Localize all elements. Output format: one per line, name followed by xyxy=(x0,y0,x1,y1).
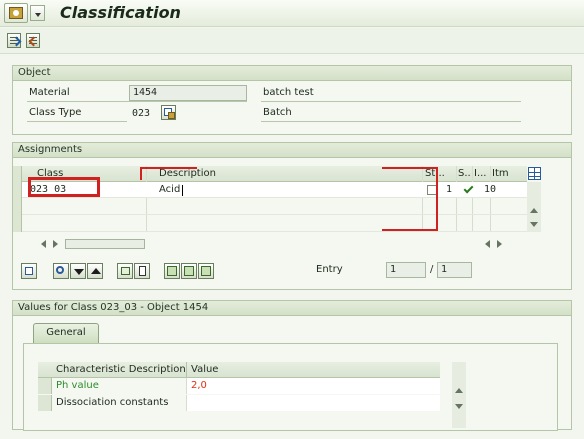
scroll-left-icon[interactable] xyxy=(485,240,490,248)
material-label: Material xyxy=(29,87,70,98)
search-button[interactable] xyxy=(53,263,69,279)
next-button[interactable] xyxy=(70,263,86,279)
table-row[interactable] xyxy=(22,216,527,232)
display-icon[interactable] xyxy=(26,33,40,48)
object-button[interactable] xyxy=(198,263,214,279)
values-group-title: Values for Class 023_03 - Object 1454 xyxy=(13,301,571,316)
scroll-down-icon[interactable] xyxy=(455,404,463,409)
horizontal-scrollbar-right[interactable] xyxy=(483,238,513,250)
scrollbar-thumb[interactable] xyxy=(65,239,145,249)
entry-label: Entry xyxy=(316,264,343,275)
application-toolbar xyxy=(0,28,584,54)
delete-icon xyxy=(139,266,146,276)
object-icon xyxy=(201,266,211,276)
col-s[interactable]: S.. xyxy=(458,166,471,182)
detail-button[interactable] xyxy=(164,263,180,279)
col-characteristic-description[interactable]: Characteristic Description xyxy=(52,362,186,378)
row-selector[interactable] xyxy=(38,395,52,411)
col-itm[interactable]: Itm xyxy=(492,166,509,182)
col-i[interactable]: I... xyxy=(474,166,487,182)
highlight-box xyxy=(28,177,100,197)
table-settings-icon[interactable] xyxy=(528,167,541,180)
characteristic-ph-value: Ph value xyxy=(52,378,186,394)
previous-button[interactable] xyxy=(87,263,103,279)
tab-general[interactable]: General xyxy=(33,323,99,343)
table-row[interactable] xyxy=(22,199,527,215)
search-icon xyxy=(56,266,64,274)
check-icon xyxy=(463,183,474,194)
entry-separator: / xyxy=(430,264,434,275)
object-group-title: Object xyxy=(13,66,571,81)
class-type-description: Batch xyxy=(263,107,292,118)
text-cursor xyxy=(182,185,183,196)
scroll-right-icon[interactable] xyxy=(497,240,502,248)
scroll-up-icon[interactable] xyxy=(455,388,463,393)
material-field[interactable]: 1454 xyxy=(129,85,247,101)
values-group: Values for Class 023_03 - Object 1454 Ge… xyxy=(12,300,572,431)
assignments-group-title: Assignments xyxy=(13,143,571,158)
characteristic-dissociation: Dissociation constants xyxy=(56,397,169,408)
selection-button[interactable] xyxy=(21,263,37,279)
insert-icon xyxy=(121,267,130,275)
row-selector-header[interactable] xyxy=(38,362,52,378)
tab-panel: Characteristic Description Value Ph valu… xyxy=(23,343,558,431)
selection-icon xyxy=(25,267,33,275)
scroll-right-icon[interactable] xyxy=(53,240,58,248)
object-group: Object Material 1454 batch test Class Ty… xyxy=(12,65,572,135)
class-type-label: Class Type xyxy=(29,107,82,118)
list-icon xyxy=(184,266,194,276)
horizontal-scrollbar-left[interactable] xyxy=(39,238,145,250)
page-title: Classification xyxy=(60,3,181,22)
material-description: batch test xyxy=(263,87,314,98)
arrow-down-icon xyxy=(74,269,84,275)
highlight-mark xyxy=(382,229,438,231)
ph-value-field[interactable]: 2,0 xyxy=(186,378,440,394)
values-vertical-scrollbar[interactable] xyxy=(452,362,466,428)
arrow-up-icon xyxy=(91,268,101,274)
class-type-value-help-icon[interactable] xyxy=(161,105,176,120)
class-type-field[interactable]: 023 xyxy=(132,108,150,119)
scroll-up-icon[interactable] xyxy=(530,208,538,213)
entry-total: 1 xyxy=(437,262,472,278)
delete-button[interactable] xyxy=(134,263,150,279)
list-button[interactable] xyxy=(181,263,197,279)
sap-menu-icon xyxy=(9,7,23,19)
highlight-mark xyxy=(140,167,197,169)
row-description[interactable]: Acid xyxy=(159,182,180,198)
dissociation-value-field[interactable] xyxy=(186,395,440,411)
save-icon[interactable] xyxy=(7,33,21,48)
row-s: 1 xyxy=(446,184,453,195)
row-selector[interactable] xyxy=(38,378,52,394)
vertical-scrollbar[interactable] xyxy=(527,182,541,232)
col-value[interactable]: Value xyxy=(186,362,440,378)
highlight-mark xyxy=(436,167,438,231)
title-bar: Classification xyxy=(0,0,584,27)
row-selector-column[interactable] xyxy=(13,166,22,232)
assignments-group: Assignments Class Description St... S.. … xyxy=(12,142,572,290)
insert-button[interactable] xyxy=(117,263,133,279)
menu-dropdown-icon[interactable] xyxy=(30,5,45,21)
scroll-left-icon[interactable] xyxy=(41,240,46,248)
row-itm[interactable]: 10 xyxy=(484,182,496,198)
detail-icon xyxy=(167,266,177,276)
highlight-mark xyxy=(382,167,438,169)
system-menu-button[interactable] xyxy=(4,3,28,23)
entry-field[interactable]: 1 xyxy=(386,262,426,278)
scroll-down-icon[interactable] xyxy=(530,222,538,227)
